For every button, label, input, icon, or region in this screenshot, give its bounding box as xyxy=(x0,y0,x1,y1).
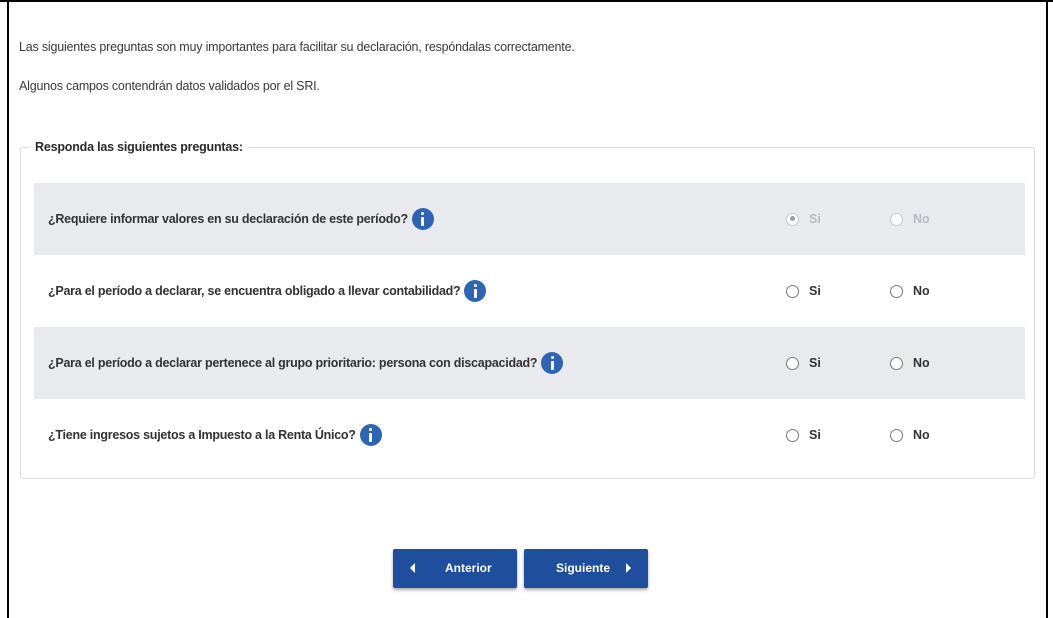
radio-no-q2[interactable]: No xyxy=(890,284,930,298)
question-row-2: ¿Para el período a declarar, se encuentr… xyxy=(34,255,1025,327)
info-icon[interactable] xyxy=(464,280,487,302)
radio-no-label[interactable]: No xyxy=(913,356,930,370)
caret-left-icon xyxy=(410,563,415,573)
radio-empty-icon[interactable] xyxy=(890,428,903,442)
caret-right-icon xyxy=(626,563,631,573)
info-icon[interactable] xyxy=(541,352,564,374)
radio-empty-icon[interactable] xyxy=(786,428,799,442)
radio-empty-icon[interactable] xyxy=(786,284,799,298)
radio-empty-icon[interactable] xyxy=(890,356,903,370)
radio-empty-icon[interactable] xyxy=(890,284,903,298)
question-text-3: ¿Para el período a declarar pertenece al… xyxy=(48,356,538,370)
info-icon[interactable] xyxy=(411,208,434,230)
radio-no-label[interactable]: No xyxy=(913,284,930,298)
radio-no-label: No xyxy=(913,212,930,226)
radio-no-q1: No xyxy=(890,212,930,226)
question-text-4: ¿Tiene ingresos sujetos a Impuesto a la … xyxy=(48,428,356,442)
siguiente-button[interactable]: Siguiente xyxy=(524,549,648,588)
window-top-border xyxy=(0,0,1053,2)
radio-no-label[interactable]: No xyxy=(913,428,930,442)
question-row-1: ¿Requiere informar valores en su declara… xyxy=(34,183,1025,255)
questions-fieldset: Responda las siguientes preguntas: ¿Requ… xyxy=(20,140,1035,479)
window-left-border xyxy=(7,0,9,618)
window-right-border xyxy=(1046,0,1048,618)
radio-si-q2[interactable]: Si xyxy=(786,284,821,298)
info-icon[interactable] xyxy=(359,424,382,446)
radio-empty-icon[interactable] xyxy=(786,356,799,370)
radio-si-q1: Si xyxy=(786,212,821,226)
radio-selected-icon xyxy=(786,212,799,226)
radio-no-q4[interactable]: No xyxy=(890,428,930,442)
intro-text-1: Las siguientes preguntas son muy importa… xyxy=(19,40,575,54)
radio-si-q4[interactable]: Si xyxy=(786,428,821,442)
radio-si-label[interactable]: Si xyxy=(809,428,821,442)
radio-empty-icon xyxy=(890,212,903,226)
question-row-4: ¿Tiene ingresos sujetos a Impuesto a la … xyxy=(34,399,1025,471)
radio-si-label[interactable]: Si xyxy=(809,284,821,298)
radio-si-label[interactable]: Si xyxy=(809,356,821,370)
question-text-2: ¿Para el período a declarar, se encuentr… xyxy=(48,284,461,298)
questions-legend: Responda las siguientes preguntas: xyxy=(35,140,243,154)
radio-no-q3[interactable]: No xyxy=(890,356,930,370)
question-text-1: ¿Requiere informar valores en su declara… xyxy=(48,212,408,226)
question-row-3: ¿Para el período a declarar pertenece al… xyxy=(34,327,1025,399)
anterior-button[interactable]: Anterior xyxy=(393,549,517,588)
radio-si-q3[interactable]: Si xyxy=(786,356,821,370)
radio-si-label: Si xyxy=(809,212,821,226)
anterior-label: Anterior xyxy=(445,561,492,575)
siguiente-label: Siguiente xyxy=(556,561,611,575)
intro-text-2: Algunos campos contendrán datos validado… xyxy=(19,79,320,93)
